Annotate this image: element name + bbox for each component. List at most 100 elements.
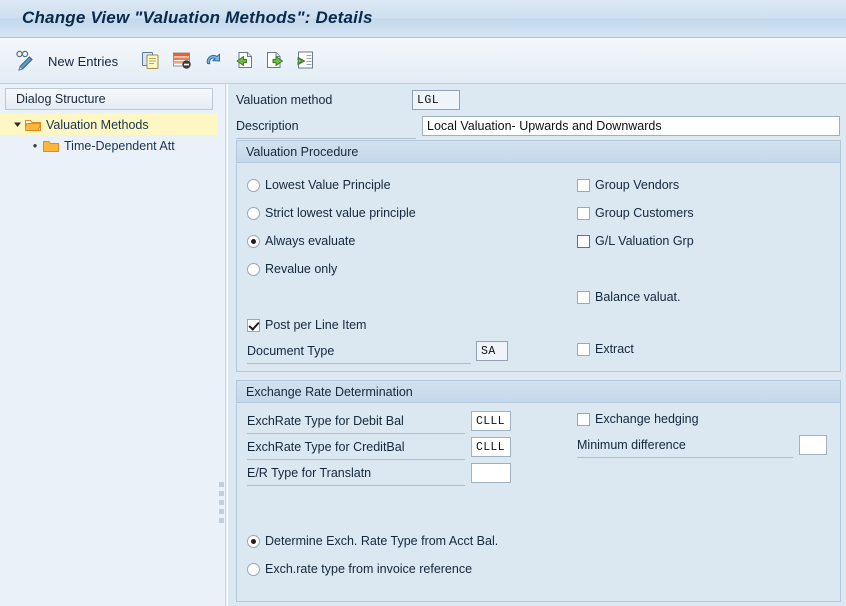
radio-determine-exch-rate-from-acct-bal[interactable]: Determine Exch. Rate Type from Acct Bal. <box>247 531 498 551</box>
variant-select-icon <box>295 49 317 74</box>
radio-label: Always evaluate <box>265 234 355 248</box>
checkbox-post-per-line-item[interactable]: Post per Line Item <box>247 315 366 335</box>
radio-indicator-icon <box>247 535 260 548</box>
radio-indicator-icon <box>247 563 260 576</box>
radio-label: Determine Exch. Rate Type from Acct Bal. <box>265 534 498 548</box>
checkbox-label: Extract <box>595 342 634 356</box>
radio-indicator-icon <box>247 263 260 276</box>
field-row-document-type: Document Type <box>247 341 577 365</box>
details-form-panel: Valuation method Description Valuation P… <box>228 84 846 606</box>
valuation-method-input[interactable] <box>412 90 460 110</box>
exchange-rate-determination-group: Exchange Rate Determination ExchRate Typ… <box>236 380 841 602</box>
field-row-valuation-method: Valuation method <box>236 88 836 112</box>
variant-select-button[interactable] <box>295 38 317 84</box>
description-label: Description <box>236 114 416 139</box>
undo-icon <box>202 49 224 74</box>
application-toolbar: New Entries <box>0 38 846 84</box>
panel-splitter[interactable] <box>217 84 227 606</box>
radio-exch-rate-from-invoice-reference[interactable]: Exch.rate type from invoice reference <box>247 559 472 579</box>
exchrate-debit-label: ExchRate Type for Debit Bal <box>247 409 465 434</box>
radio-revalue-only[interactable]: Revalue only <box>247 259 337 279</box>
exchange-rate-header: Exchange Rate Determination <box>237 381 840 403</box>
new-entries-button[interactable]: New Entries <box>48 38 118 84</box>
checkbox-indicator-icon <box>247 319 260 332</box>
checkbox-indicator-icon <box>577 291 590 304</box>
valuation-procedure-group: Valuation Procedure Lowest Value Princip… <box>236 140 841 372</box>
display-change-button[interactable] <box>14 38 36 84</box>
previous-entry-icon <box>233 49 255 74</box>
previous-entry-button[interactable] <box>233 38 255 84</box>
field-row-minimum-difference: Minimum difference <box>577 435 835 459</box>
checkbox-indicator-icon <box>577 413 590 426</box>
checkbox-label: Balance valuat. <box>595 290 680 304</box>
radio-label: Revalue only <box>265 262 337 276</box>
checkbox-group-vendors[interactable]: Group Vendors <box>577 175 679 195</box>
exchange-rate-title: Exchange Rate Determination <box>237 385 413 399</box>
checkbox-extract[interactable]: Extract <box>577 339 634 359</box>
window-title-bar: Change View "Valuation Methods": Details <box>0 0 846 38</box>
field-row-er-type-translation: E/R Type for Translatn <box>247 463 577 487</box>
tree-item-valuation-methods[interactable]: Valuation Methods <box>0 114 217 135</box>
next-entry-button[interactable] <box>264 38 286 84</box>
radio-indicator-icon <box>247 179 260 192</box>
page-title: Change View "Valuation Methods": Details <box>22 8 373 28</box>
er-type-translation-input[interactable] <box>471 463 511 483</box>
document-type-input[interactable] <box>476 341 508 361</box>
radio-indicator-icon <box>247 207 260 220</box>
delete-row-icon <box>171 49 193 74</box>
radio-indicator-icon <box>247 235 260 248</box>
checkbox-indicator-icon <box>577 179 590 192</box>
checkbox-indicator-icon <box>577 235 590 248</box>
radio-label: Lowest Value Principle <box>265 178 391 192</box>
tree-item-time-dependent-attributes[interactable]: • Time-Dependent Att <box>0 135 217 156</box>
radio-label: Strict lowest value principle <box>265 206 416 220</box>
splitter-divider <box>225 84 226 606</box>
new-entries-label: New Entries <box>48 54 118 69</box>
dialog-structure-tree[interactable]: Valuation Methods • Time-Dependent Att <box>0 114 217 156</box>
checkbox-exchange-hedging[interactable]: Exchange hedging <box>577 409 699 429</box>
document-type-label: Document Type <box>247 339 471 364</box>
field-row-exchrate-credit: ExchRate Type for CreditBal <box>247 437 577 461</box>
copy-button[interactable] <box>140 38 162 84</box>
checkbox-label: G/L Valuation Grp <box>595 234 694 248</box>
copy-icon <box>140 49 162 74</box>
checkbox-indicator-icon <box>577 207 590 220</box>
checkbox-group-customers[interactable]: Group Customers <box>577 203 694 223</box>
valuation-method-label: Valuation method <box>236 88 332 112</box>
exchrate-debit-input[interactable] <box>471 411 511 431</box>
minimum-difference-input[interactable] <box>799 435 827 455</box>
field-row-description: Description <box>236 114 841 138</box>
checkbox-label: Group Customers <box>595 206 694 220</box>
checkbox-label: Group Vendors <box>595 178 679 192</box>
delete-row-button[interactable] <box>171 38 193 84</box>
folder-open-icon <box>24 118 42 132</box>
radio-lowest-value-principle[interactable]: Lowest Value Principle <box>247 175 391 195</box>
radio-label: Exch.rate type from invoice reference <box>265 562 472 576</box>
next-entry-icon <box>264 49 286 74</box>
exchrate-credit-input[interactable] <box>471 437 511 457</box>
exchrate-credit-label: ExchRate Type for CreditBal <box>247 435 465 460</box>
checkbox-gl-valuation-grp[interactable]: G/L Valuation Grp <box>577 231 694 251</box>
dialog-structure-title: Dialog Structure <box>6 92 106 106</box>
tree-item-label: Valuation Methods <box>46 118 149 132</box>
dialog-structure-header: Dialog Structure <box>5 88 213 110</box>
valuation-procedure-header: Valuation Procedure <box>237 141 840 163</box>
checkbox-label: Post per Line Item <box>265 318 366 332</box>
field-row-exchrate-debit: ExchRate Type for Debit Bal <box>247 411 577 435</box>
minimum-difference-label: Minimum difference <box>577 433 793 458</box>
checkbox-balance-valuat[interactable]: Balance valuat. <box>577 287 680 307</box>
undo-button[interactable] <box>202 38 224 84</box>
checkbox-label: Exchange hedging <box>595 412 699 426</box>
er-type-translation-label: E/R Type for Translatn <box>247 461 465 486</box>
chevron-down-icon[interactable] <box>10 120 24 129</box>
radio-strict-lowest-value-principle[interactable]: Strict lowest value principle <box>247 203 416 223</box>
radio-always-evaluate[interactable]: Always evaluate <box>247 231 355 251</box>
folder-closed-icon <box>42 139 60 153</box>
checkbox-indicator-icon <box>577 343 590 356</box>
display-change-icon <box>14 49 36 74</box>
valuation-procedure-title: Valuation Procedure <box>237 145 358 159</box>
tree-bullet-icon: • <box>28 139 42 152</box>
dialog-structure-panel: Dialog Structure Valuation Methods • T <box>0 84 217 606</box>
tree-item-label: Time-Dependent Att <box>64 139 175 153</box>
description-input[interactable] <box>422 116 840 136</box>
